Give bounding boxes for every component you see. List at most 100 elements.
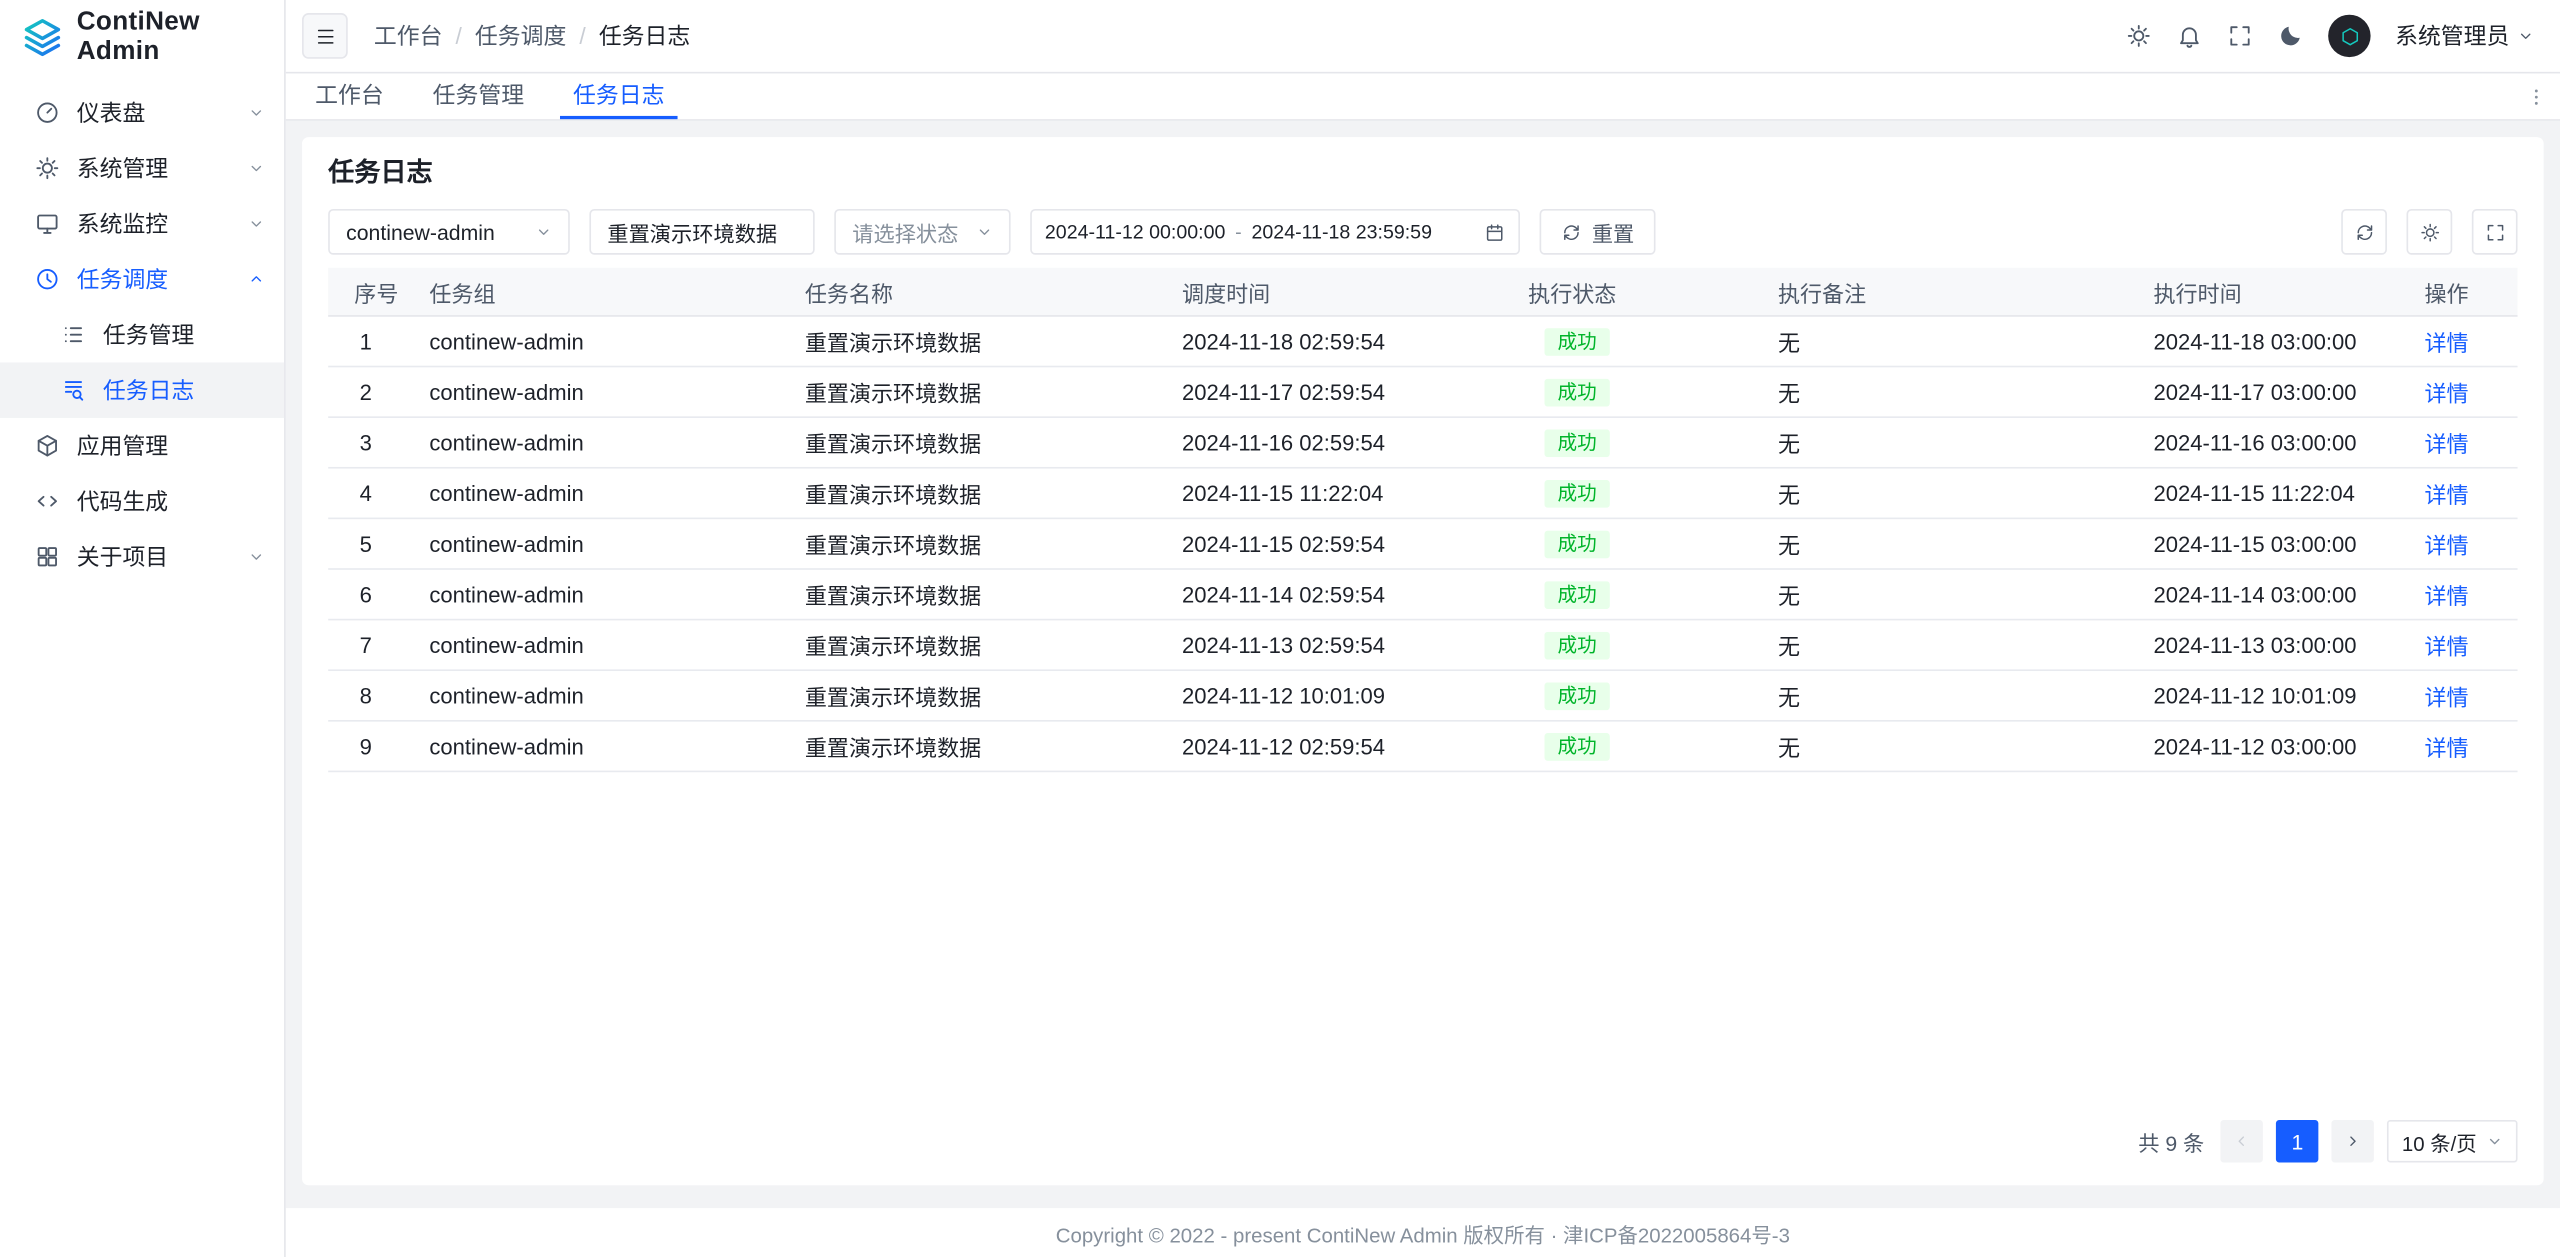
sidebar-item-task-log[interactable]: 任务日志 [0, 362, 284, 418]
menu-fold-icon [314, 25, 335, 46]
table-fullscreen-button[interactable] [2472, 209, 2518, 255]
tab-label: 任务管理 [433, 78, 524, 111]
status-badge: 成功 [1544, 682, 1609, 710]
cell-task-name: 重置演示环境数据 [779, 477, 1156, 510]
sidebar: ContiNew Admin 仪表盘 系统管理 系统监控 任务调度 [0, 0, 286, 1257]
chevron-down-icon [248, 160, 264, 176]
tab-task-management[interactable]: 任务管理 [420, 73, 538, 119]
breadcrumb-item[interactable]: 工作台 [374, 20, 443, 53]
cell-task-name: 重置演示环境数据 [779, 325, 1156, 358]
refresh-icon [1561, 221, 1582, 242]
cell-task-name: 重置演示环境数据 [779, 527, 1156, 560]
column-header: 执行时间 [2127, 275, 2375, 308]
sidebar-item-system-monitor[interactable]: 系统监控 [0, 196, 284, 252]
task-group-select[interactable]: continew-admin [328, 209, 570, 255]
cell-schedule-time: 2024-11-12 10:01:09 [1156, 683, 1502, 707]
status-badge: 成功 [1544, 732, 1609, 760]
chevron-down-icon [248, 549, 264, 565]
cell-no: 7 [328, 633, 403, 657]
cell-schedule-time: 2024-11-18 02:59:54 [1156, 329, 1502, 353]
column-header: 操作 [2376, 275, 2518, 308]
column-settings-button[interactable] [2407, 209, 2453, 255]
detail-link[interactable]: 详情 [2424, 534, 2468, 558]
detail-link[interactable]: 详情 [2424, 483, 2468, 507]
bell-icon[interactable] [2176, 23, 2202, 49]
status-select-placeholder: 请选择状态 [852, 216, 958, 247]
sidebar-item-label: 任务管理 [103, 318, 194, 351]
table-header: 序号 任务组 任务名称 调度时间 执行状态 执行备注 执行时间 操作 [328, 268, 2517, 317]
sidebar-item-dashboard[interactable]: 仪表盘 [0, 85, 284, 141]
settings-icon[interactable] [2126, 23, 2152, 49]
task-log-table: 序号 任务组 任务名称 调度时间 执行状态 执行备注 执行时间 操作 1 con… [328, 268, 2517, 772]
app-logo[interactable]: ContiNew Admin [0, 0, 284, 73]
sidebar-item-label: 任务调度 [77, 263, 168, 296]
sidebar-item-label: 系统监控 [77, 207, 168, 240]
code-icon [34, 488, 60, 514]
tabs-more-button[interactable] [2526, 73, 2547, 119]
cell-status: 成功 [1502, 580, 1752, 608]
status-badge: 成功 [1544, 530, 1609, 558]
sidebar-item-task-scheduling[interactable]: 任务调度 [0, 251, 284, 307]
cell-action: 详情 [2376, 376, 2518, 409]
next-page-button[interactable] [2332, 1120, 2374, 1162]
sidebar-item-label: 代码生成 [77, 485, 168, 518]
avatar[interactable] [2328, 15, 2370, 57]
column-header: 序号 [328, 275, 403, 308]
sidebar-item-app-management[interactable]: 应用管理 [0, 418, 284, 474]
fullscreen-icon[interactable] [2227, 23, 2253, 49]
status-badge: 成功 [1544, 429, 1609, 457]
reset-button-label: 重置 [1592, 216, 1634, 247]
user-menu[interactable]: 系统管理员 [2395, 20, 2534, 53]
sidebar-menu: 仪表盘 系统管理 系统监控 任务调度 任务管理 [0, 73, 284, 584]
date-range-picker[interactable]: 2024-11-12 00:00:00 - 2024-11-18 23:59:5… [1030, 209, 1520, 255]
cell-task-group: continew-admin [403, 734, 779, 758]
prev-page-button[interactable] [2221, 1120, 2263, 1162]
sidebar-collapse-button[interactable] [302, 13, 348, 59]
breadcrumb-separator: / [456, 23, 462, 49]
table-row: 9 continew-admin 重置演示环境数据 2024-11-12 02:… [328, 722, 2517, 773]
cell-action: 详情 [2376, 730, 2518, 763]
grid-icon [34, 544, 60, 570]
table-row: 1 continew-admin 重置演示环境数据 2024-11-18 02:… [328, 317, 2517, 368]
sidebar-item-about-project[interactable]: 关于项目 [0, 529, 284, 585]
sidebar-item-label: 应用管理 [77, 429, 168, 462]
cell-schedule-time: 2024-11-17 02:59:54 [1156, 380, 1502, 404]
task-log-card: 任务日志 continew-admin 请选择状态 2024-11-12 00:… [302, 137, 2544, 1185]
table-row: 8 continew-admin 重置演示环境数据 2024-11-12 10:… [328, 671, 2517, 722]
cell-exec-time: 2024-11-17 03:00:00 [2127, 380, 2375, 404]
cell-exec-time: 2024-11-18 03:00:00 [2127, 329, 2375, 353]
cell-status: 成功 [1502, 429, 1752, 457]
dark-mode-icon[interactable] [2278, 23, 2304, 49]
detail-link[interactable]: 详情 [2424, 584, 2468, 608]
detail-link[interactable]: 详情 [2424, 686, 2468, 710]
cell-no: 1 [328, 329, 403, 353]
cell-task-group: continew-admin [403, 582, 779, 606]
breadcrumb-item[interactable]: 任务调度 [475, 20, 566, 53]
cell-no: 4 [328, 481, 403, 505]
app-title: ContiNew Admin [77, 7, 284, 66]
status-select[interactable]: 请选择状态 [834, 209, 1010, 255]
tab-workbench[interactable]: 工作台 [302, 73, 397, 119]
detail-link[interactable]: 详情 [2424, 433, 2468, 457]
tab-task-log[interactable]: 任务日志 [560, 73, 678, 119]
detail-link[interactable]: 详情 [2424, 331, 2468, 355]
cell-remark: 无 [1752, 477, 2128, 510]
page-number-1[interactable]: 1 [2276, 1120, 2318, 1162]
sidebar-item-system-management[interactable]: 系统管理 [0, 140, 284, 196]
app-box-icon [34, 433, 60, 459]
refresh-table-button[interactable] [2341, 209, 2387, 255]
sidebar-item-code-generation[interactable]: 代码生成 [0, 473, 284, 529]
detail-link[interactable]: 详情 [2424, 382, 2468, 406]
pagination: 共 9 条 1 10 条/页 [328, 1120, 2517, 1166]
column-header: 执行状态 [1502, 275, 1752, 308]
tab-bar: 工作台 任务管理 任务日志 [286, 73, 2560, 120]
breadcrumb-separator: / [579, 23, 585, 49]
detail-link[interactable]: 详情 [2424, 736, 2468, 760]
task-name-input[interactable] [589, 209, 814, 255]
detail-link[interactable]: 详情 [2424, 635, 2468, 659]
table-row: 4 continew-admin 重置演示环境数据 2024-11-15 11:… [328, 469, 2517, 520]
reset-button[interactable]: 重置 [1540, 209, 1656, 255]
footer: Copyright © 2022 - present ContiNew Admi… [286, 1208, 2560, 1257]
sidebar-item-task-management[interactable]: 任务管理 [0, 307, 284, 363]
page-size-select[interactable]: 10 条/页 [2387, 1120, 2517, 1162]
